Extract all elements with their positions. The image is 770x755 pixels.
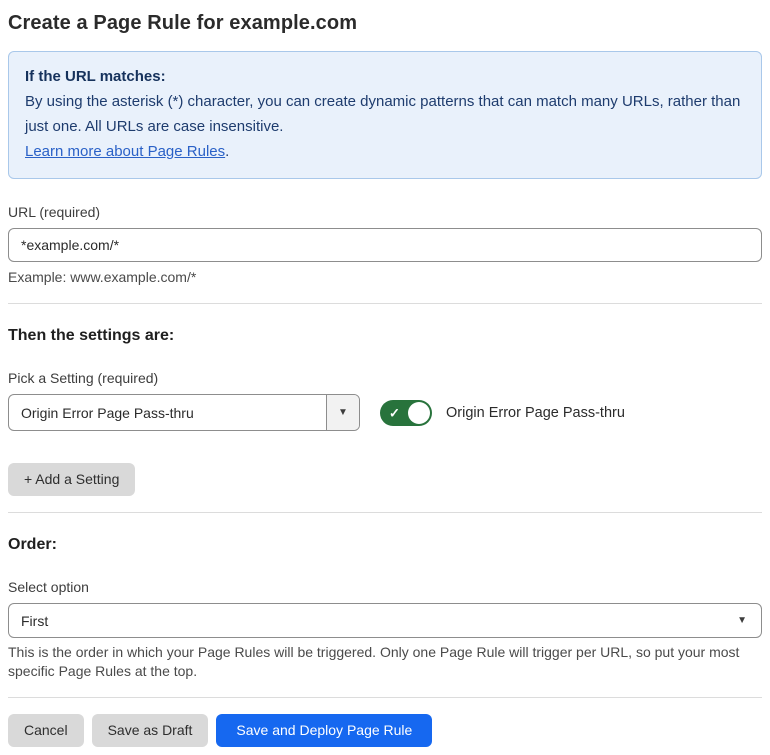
setting-dropdown[interactable]: Origin Error Page Pass-thru ▼ bbox=[8, 394, 360, 431]
add-setting-button[interactable]: + Add a Setting bbox=[8, 463, 136, 496]
divider bbox=[8, 303, 762, 304]
save-and-deploy-button[interactable]: Save and Deploy Page Rule bbox=[216, 714, 433, 747]
info-box-link-line: Learn more about Page Rules. bbox=[25, 139, 745, 164]
learn-more-link[interactable]: Learn more about Page Rules bbox=[25, 143, 225, 160]
url-match-info-box: If the URL matches: By using the asteris… bbox=[8, 51, 762, 179]
select-option-label: Select option bbox=[8, 579, 89, 595]
chevron-down-icon: ▼ bbox=[338, 406, 348, 418]
pick-setting-label: Pick a Setting (required) bbox=[8, 370, 159, 386]
toggle-check-icon: ✓ bbox=[389, 405, 400, 420]
footer-button-row: Cancel Save as Draft Save and Deploy Pag… bbox=[8, 714, 762, 747]
order-select-value: First bbox=[21, 612, 49, 629]
url-label: URL (required) bbox=[8, 204, 101, 220]
divider bbox=[8, 512, 762, 513]
setting-dropdown-arrow-button[interactable]: ▼ bbox=[326, 395, 359, 430]
cancel-button[interactable]: Cancel bbox=[8, 714, 84, 747]
order-select[interactable]: First ▼ bbox=[8, 603, 762, 638]
divider bbox=[8, 697, 762, 698]
setting-toggle-label: Origin Error Page Pass-thru bbox=[446, 404, 625, 421]
setting-picker-row: Origin Error Page Pass-thru ▼ ✓ Origin E… bbox=[8, 394, 762, 431]
page-title: Create a Page Rule for example.com bbox=[8, 12, 358, 34]
setting-dropdown-value: Origin Error Page Pass-thru bbox=[21, 404, 194, 421]
url-input[interactable] bbox=[8, 228, 762, 262]
save-as-draft-button[interactable]: Save as Draft bbox=[91, 714, 209, 747]
toggle-knob bbox=[408, 401, 430, 424]
setting-toggle[interactable]: ✓ bbox=[380, 399, 432, 426]
link-period: . bbox=[225, 143, 230, 160]
settings-section-heading: Then the settings are: bbox=[8, 327, 175, 344]
page-rule-form: Create a Page Rule for example.com If th… bbox=[0, 0, 770, 755]
chevron-down-icon: ▼ bbox=[737, 614, 747, 626]
order-helper-text: This is the order in which your Page Rul… bbox=[8, 644, 740, 679]
info-box-heading: If the URL matches: bbox=[25, 68, 166, 85]
url-helper-text: Example: www.example.com/* bbox=[8, 269, 197, 285]
order-section-heading: Order: bbox=[8, 536, 57, 553]
info-box-body: By using the asterisk (*) character, you… bbox=[25, 93, 741, 135]
